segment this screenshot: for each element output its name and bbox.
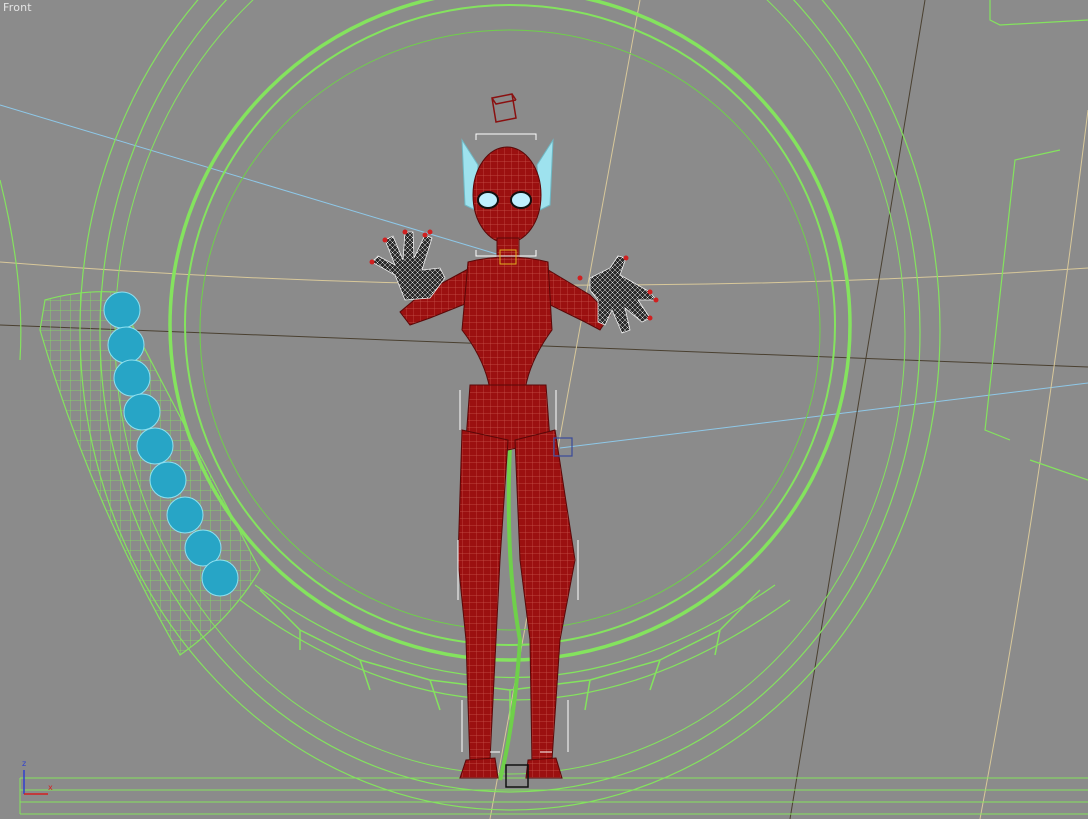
x-axis-label: x [48,783,53,792]
right-foot [525,757,563,779]
frame-left-edge [0,179,22,361]
wing-panel [39,291,261,656]
sphere-4 [123,393,161,431]
axis-gizmo: z x [22,759,53,795]
left-leg [457,429,509,766]
vertical-line-dark [789,0,926,819]
left-hand [371,231,446,301]
sphere-9 [201,559,239,597]
left-wing-mesh[interactable] [39,291,261,656]
frame-top-right [989,0,1088,26]
ground-helper-black [505,764,529,788]
torso [461,256,553,391]
scene-wireframe[interactable]: z x [0,0,1088,819]
light-line-blue-lower [559,382,1088,449]
sphere-7 [166,496,204,534]
left-foot [459,757,499,779]
head-helper-box [491,93,517,123]
right-leg [514,429,576,766]
sphere-3 [113,359,151,397]
front-viewport[interactable]: z x Front [0,0,1088,819]
sphere-2 [107,326,145,364]
sphere-1 [103,291,141,329]
right-curve-tan [979,109,1088,819]
viewport-label[interactable]: Front [3,1,32,14]
sphere-5 [136,427,174,465]
right-eye [510,191,532,209]
frame-right-bracket [984,149,1061,441]
z-axis-label: z [22,759,26,768]
left-eye [477,191,499,209]
right-hand [589,255,657,334]
sphere-6 [149,461,187,499]
